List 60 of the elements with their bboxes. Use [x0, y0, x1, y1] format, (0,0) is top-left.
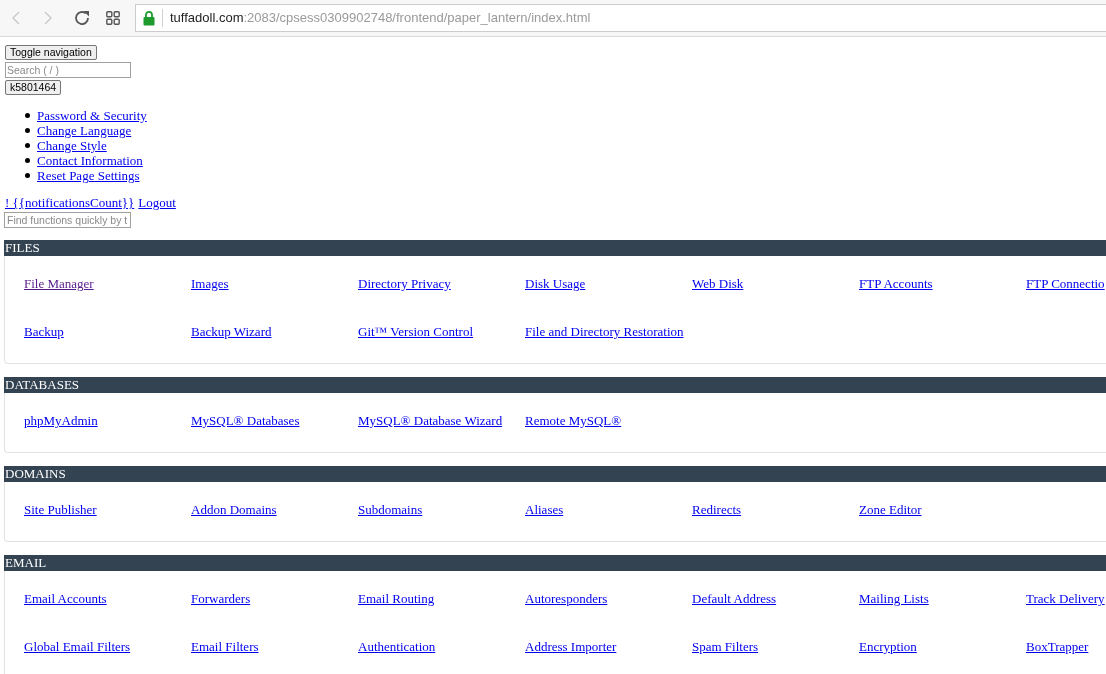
function-link[interactable]: Remote MySQL®	[525, 413, 622, 428]
function-link[interactable]: Directory Privacy	[358, 276, 451, 291]
function-link[interactable]: Global Email Filters	[24, 639, 131, 654]
function-link[interactable]: Subdomains	[358, 502, 423, 517]
reload-icon[interactable]	[74, 10, 90, 26]
bullet-icon	[25, 158, 30, 163]
function-link[interactable]: Images	[191, 276, 229, 291]
function-link[interactable]: Disk Usage	[525, 276, 586, 291]
menu-link[interactable]: Reset Page Settings	[37, 168, 140, 183]
apps-grid-icon[interactable]	[106, 11, 120, 25]
function-link[interactable]: Email Accounts	[24, 591, 107, 606]
function-link[interactable]: Encryption	[859, 639, 917, 654]
function-link[interactable]: Backup	[24, 324, 64, 339]
logout-link[interactable]: Logout	[138, 195, 176, 210]
function-link[interactable]: Email Filters	[191, 639, 259, 654]
bullet-icon	[25, 143, 30, 148]
quick-find-field[interactable]: Find functions quickly by t	[4, 212, 131, 228]
section-title-bar: DATABASES	[4, 377, 1106, 393]
section-title-bar: DOMAINS	[4, 466, 1106, 482]
function-link[interactable]: File Manager	[24, 276, 94, 291]
function-link[interactable]: File and Directory Restoration	[525, 324, 684, 339]
function-link[interactable]: phpMyAdmin	[24, 413, 98, 428]
function-link[interactable]: Site Publisher	[24, 502, 97, 517]
function-link[interactable]: Default Address	[692, 591, 777, 606]
function-link[interactable]: Redirects	[692, 502, 742, 517]
function-link[interactable]: Autoresponders	[525, 591, 608, 606]
toggle-navigation-button[interactable]: Toggle navigation	[5, 45, 97, 60]
function-link[interactable]: Aliases	[525, 502, 564, 517]
menu-link[interactable]: Change Language	[37, 123, 132, 138]
function-link[interactable]: Track Delivery	[1026, 591, 1105, 606]
bullet-icon	[25, 173, 30, 178]
bullet-icon	[25, 128, 30, 133]
function-link[interactable]: Git™ Version Control	[358, 324, 474, 339]
function-link[interactable]: Authentication	[358, 639, 436, 654]
section-title-bar: FILES	[4, 240, 1106, 256]
function-link[interactable]: Spam Filters	[692, 639, 759, 654]
function-link[interactable]: Backup Wizard	[191, 324, 272, 339]
function-link[interactable]: MySQL® Databases	[191, 413, 300, 428]
section-title-bar: EMAIL	[4, 555, 1106, 571]
menu-link[interactable]: Password & Security	[37, 108, 147, 123]
bullet-icon	[25, 113, 30, 118]
function-link[interactable]: Address Importer	[525, 639, 617, 654]
url-text: tuffadoll.com:2083/cpsess0309902748/frontend/paper_lantern/index.html	[170, 9, 591, 28]
address-bar[interactable]: tuffadoll.com:2083/cpsess0309902748/frontend/paper_lantern/index.html	[135, 4, 1106, 32]
user-menu-button[interactable]: k5801464	[5, 80, 62, 95]
function-link[interactable]: Zone Editor	[859, 502, 922, 517]
function-link[interactable]: Mailing Lists	[859, 591, 929, 606]
function-link[interactable]: Forwarders	[191, 591, 251, 606]
function-link[interactable]: FTP Accounts	[859, 276, 933, 291]
function-link[interactable]: MySQL® Database Wizard	[358, 413, 503, 428]
lock-icon	[143, 10, 155, 26]
function-link[interactable]: Web Disk	[692, 276, 744, 291]
function-link[interactable]: BoxTrapper	[1026, 639, 1089, 654]
function-link[interactable]: FTP Connectio	[1026, 276, 1105, 291]
menu-link[interactable]: Contact Information	[37, 153, 143, 168]
function-link[interactable]: Email Routing	[358, 591, 435, 606]
function-link[interactable]: Addon Domains	[191, 502, 277, 517]
menu-link[interactable]: Change Style	[37, 138, 107, 153]
notifications-link[interactable]: ! {{notificationsCount}}	[5, 195, 135, 210]
search-field[interactable]: Search ( / )	[5, 62, 131, 78]
